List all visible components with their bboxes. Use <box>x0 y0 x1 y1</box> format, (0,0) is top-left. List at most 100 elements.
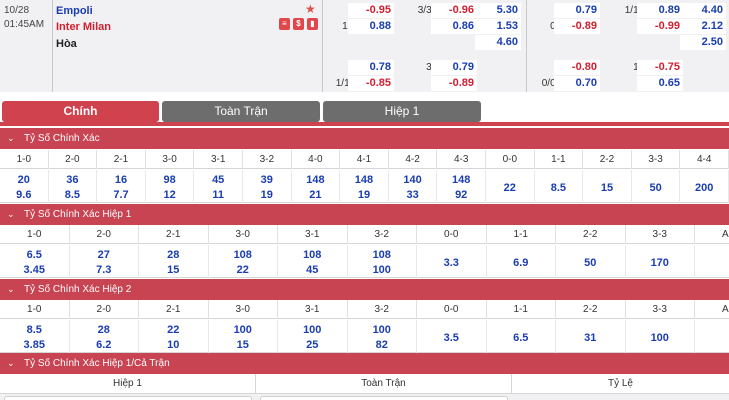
odds-value[interactable]: 100 <box>209 323 278 338</box>
score-odds-cell[interactable]: 50 <box>632 170 681 203</box>
fh-hdp-away-odds-alt[interactable]: 0.70 <box>554 76 600 91</box>
fh-ou-under-odds-alt[interactable]: 0.65 <box>637 76 683 91</box>
bar-chart-icon[interactable]: ▮ <box>307 18 318 30</box>
ou-over-odds-alt[interactable]: 0.79 <box>431 60 477 75</box>
odds-value[interactable]: 8.5 <box>0 323 69 338</box>
score-odds-cell[interactable]: 6.5 3.45 <box>0 245 70 278</box>
odds-value[interactable]: 8.5 <box>49 188 97 203</box>
star-icon[interactable]: ★ <box>305 2 316 16</box>
odds-value[interactable]: 9.6 <box>0 188 48 203</box>
odds-value[interactable]: 25 <box>278 338 347 353</box>
odds-value[interactable]: 50 <box>556 256 625 271</box>
odds-value[interactable]: 28 <box>139 248 208 263</box>
odds-value[interactable]: 21 <box>292 188 340 203</box>
fh-hdp-home-odds[interactable]: 0.79 <box>554 3 600 18</box>
odds-value[interactable]: 100 <box>626 331 695 346</box>
odds-value[interactable]: 33 <box>389 188 437 203</box>
dollar-icon[interactable]: $ <box>293 18 304 30</box>
odds-value[interactable]: 148 <box>292 173 340 188</box>
fh-x12-draw-odds[interactable]: 2.50 <box>680 35 726 50</box>
score-odds-cell[interactable]: 100 25 <box>278 320 348 353</box>
odds-value[interactable]: 19 <box>340 188 388 203</box>
score-odds-cell[interactable]: 108 22 <box>209 245 278 278</box>
odds-value[interactable]: 20 <box>0 173 48 188</box>
odds-value[interactable]: 15 <box>209 338 278 353</box>
section-header-first-half-score[interactable]: ⌄ Tỷ Số Chính Xác Hiệp 1 <box>0 204 729 225</box>
hdp-home-odds-alt[interactable]: 0.78 <box>348 60 394 75</box>
odds-value[interactable]: 16 <box>97 173 145 188</box>
score-odds-cell[interactable] <box>695 320 729 353</box>
score-odds-cell[interactable]: 28 6.2 <box>70 320 139 353</box>
x12-home-odds[interactable]: 5.30 <box>475 3 521 18</box>
odds-value[interactable]: 22 <box>209 263 278 278</box>
tab-full-match[interactable]: Toàn Trận <box>162 101 320 122</box>
score-odds-cell[interactable]: 140 33 <box>389 170 438 203</box>
score-odds-cell[interactable]: 108 45 <box>278 245 348 278</box>
fh-x12-away-odds[interactable]: 2.12 <box>680 19 726 34</box>
odds-value[interactable]: 3.45 <box>0 263 69 278</box>
ou-under-odds-alt[interactable]: -0.89 <box>431 76 477 91</box>
fh-ou-over-odds[interactable]: 0.89 <box>637 3 683 18</box>
score-odds-cell[interactable]: 27 7.3 <box>70 245 139 278</box>
section-header-exact-score[interactable]: ⌄ Tỷ Số Chính Xác <box>0 128 729 149</box>
odds-value[interactable]: 19 <box>243 188 291 203</box>
odds-value[interactable]: 7.3 <box>70 263 139 278</box>
fh-ou-under-odds[interactable]: -0.99 <box>637 19 683 34</box>
odds-value[interactable]: 28 <box>70 323 139 338</box>
score-odds-cell[interactable]: 170 <box>626 245 695 278</box>
score-odds-cell[interactable]: 28 15 <box>139 245 209 278</box>
score-odds-cell[interactable]: 148 21 <box>292 170 341 203</box>
odds-value[interactable]: 10 <box>139 338 208 353</box>
score-odds-cell[interactable]: 15 <box>583 170 632 203</box>
away-team-name[interactable]: Inter Milan <box>56 20 111 34</box>
odds-value[interactable]: 15 <box>583 181 631 196</box>
score-odds-cell[interactable]: 50 <box>556 245 626 278</box>
fh-x12-home-odds[interactable]: 4.40 <box>680 3 726 18</box>
odds-value[interactable]: 11 <box>194 188 242 203</box>
home-team-name[interactable]: Empoli <box>56 4 93 18</box>
score-odds-cell[interactable] <box>695 245 729 278</box>
odds-value[interactable]: 148 <box>437 173 485 188</box>
ou-over-odds[interactable]: -0.96 <box>431 3 477 18</box>
odds-value[interactable]: 12 <box>146 188 194 203</box>
score-odds-cell[interactable]: 100 <box>626 320 695 353</box>
score-odds-cell[interactable]: 200 <box>680 170 729 203</box>
score-odds-cell[interactable]: 100 15 <box>209 320 278 353</box>
score-odds-cell[interactable]: 148 19 <box>340 170 389 203</box>
odds-value[interactable]: 92 <box>437 188 485 203</box>
odds-value[interactable]: 100 <box>278 323 347 338</box>
score-odds-cell[interactable]: 20 9.6 <box>0 170 49 203</box>
odds-value[interactable]: 27 <box>70 248 139 263</box>
odds-value[interactable]: 39 <box>243 173 291 188</box>
score-odds-cell[interactable]: 6.9 <box>487 245 556 278</box>
score-odds-cell[interactable]: 3.5 <box>417 320 487 353</box>
tab-main[interactable]: Chính <box>2 101 159 122</box>
score-odds-cell[interactable]: 36 8.5 <box>49 170 98 203</box>
htft-select-first-half[interactable] <box>4 396 252 400</box>
odds-value[interactable]: 100 <box>348 263 417 278</box>
score-odds-cell[interactable]: 8.5 3.85 <box>0 320 70 353</box>
score-odds-cell[interactable]: 45 11 <box>194 170 243 203</box>
hdp-away-odds[interactable]: 0.88 <box>348 19 394 34</box>
odds-value[interactable]: 6.9 <box>487 256 556 271</box>
odds-value[interactable]: 45 <box>194 173 242 188</box>
odds-value[interactable]: 7.7 <box>97 188 145 203</box>
stats-icon[interactable]: ≡ <box>279 18 290 30</box>
odds-value[interactable]: 108 <box>348 248 417 263</box>
section-header-second-half-score[interactable]: ⌄ Tỷ Số Chính Xác Hiệp 2 <box>0 279 729 300</box>
odds-value[interactable]: 100 <box>348 323 417 338</box>
odds-value[interactable]: 170 <box>626 256 695 271</box>
x12-draw-odds[interactable]: 4.60 <box>475 35 521 50</box>
fh-hdp-home-odds-alt[interactable]: -0.80 <box>554 60 600 75</box>
fh-ou-over-odds-alt[interactable]: -0.75 <box>637 60 683 75</box>
odds-value[interactable]: 31 <box>556 331 625 346</box>
odds-value[interactable]: 15 <box>139 263 208 278</box>
x12-away-odds[interactable]: 1.53 <box>475 19 521 34</box>
score-odds-cell[interactable]: 98 12 <box>146 170 195 203</box>
odds-value[interactable]: 3.5 <box>417 331 486 346</box>
ou-under-odds[interactable]: 0.86 <box>431 19 477 34</box>
score-odds-cell[interactable]: 31 <box>556 320 626 353</box>
odds-value[interactable]: 82 <box>348 338 417 353</box>
score-odds-cell[interactable]: 3.3 <box>417 245 487 278</box>
odds-value[interactable]: 8.5 <box>535 181 583 196</box>
